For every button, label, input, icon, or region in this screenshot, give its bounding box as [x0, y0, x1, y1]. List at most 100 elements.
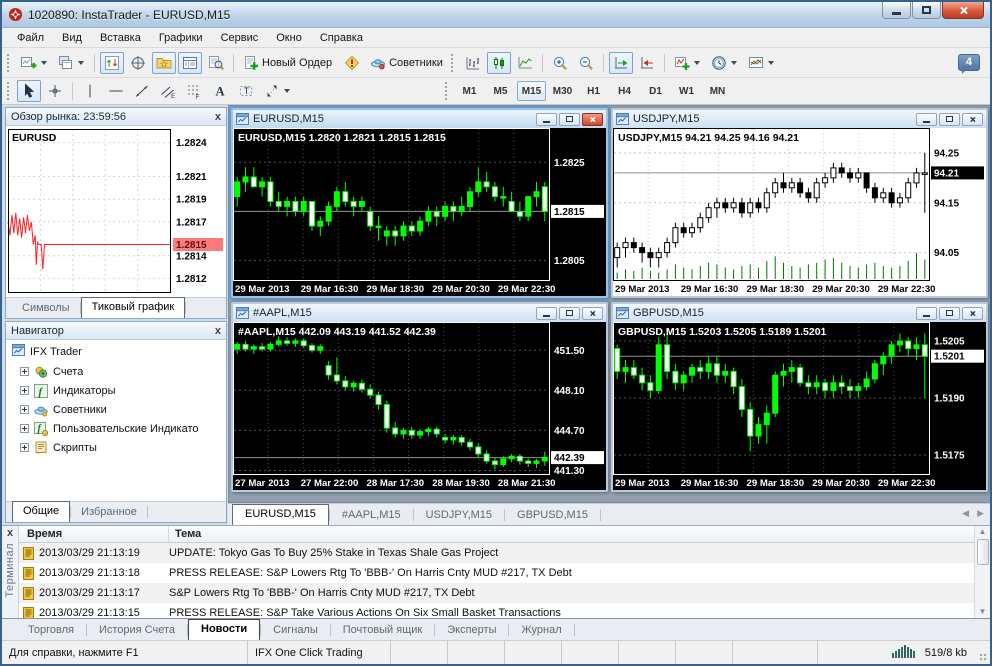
- tabs-scroll-right-icon[interactable]: ▶: [977, 508, 984, 519]
- periods-button[interactable]: [707, 52, 742, 74]
- arrows-button[interactable]: [260, 80, 295, 102]
- close-button[interactable]: [942, 2, 984, 19]
- favorites-button[interactable]: [152, 51, 176, 74]
- timeframe-w1-button[interactable]: W1: [672, 81, 701, 101]
- scrollbar-thumb[interactable]: [976, 539, 989, 565]
- terminal-tab-3[interactable]: Сигналы: [261, 621, 330, 640]
- chart-canvas-aapl[interactable]: 451.50 448.10 444.70 441.30 442.39 27 Mar 201…: [233, 322, 606, 490]
- chart-tab-1[interactable]: #AAPL,M15: [330, 506, 413, 525]
- expand-icon[interactable]: [20, 367, 29, 376]
- scroll-down-icon[interactable]: ▼: [979, 606, 987, 618]
- chart-restore-button[interactable]: [939, 306, 960, 320]
- channel-button[interactable]: E: [156, 80, 180, 102]
- toolbar-grip[interactable]: [7, 82, 12, 100]
- market-watch-button[interactable]: [178, 51, 202, 74]
- menu-item-0[interactable]: Файл: [8, 30, 53, 46]
- fibonacci-button[interactable]: F: [182, 80, 206, 102]
- label-button[interactable]: T: [234, 80, 258, 102]
- timeframe-mn-button[interactable]: MN: [703, 81, 732, 101]
- menu-item-2[interactable]: Вставка: [91, 30, 150, 46]
- chart-tab-2[interactable]: USDJPY,M15: [414, 506, 504, 525]
- text-button[interactable]: A: [208, 80, 232, 102]
- maximize-button[interactable]: [912, 2, 941, 19]
- tick-chart-button[interactable]: [100, 51, 124, 74]
- advisors-button[interactable]: Советники: [366, 52, 449, 74]
- news-row-3[interactable]: 2013/03/29 21:13:15 PRESS RELEASE: S&P Ta…: [19, 603, 974, 618]
- navigator-item-0[interactable]: Счета: [6, 362, 226, 381]
- chart-close-button[interactable]: [962, 306, 983, 320]
- scroll-up-icon[interactable]: ▲: [979, 526, 987, 538]
- profiles-button[interactable]: [54, 52, 89, 74]
- chart-restore-button[interactable]: [559, 112, 580, 126]
- chart-shift-button[interactable]: [635, 52, 659, 74]
- cursor-button[interactable]: [17, 80, 41, 102]
- tabs-scroll-left-icon[interactable]: ◀: [962, 508, 969, 519]
- terminal-tab-4[interactable]: Почтовый ящик: [331, 621, 434, 640]
- new-chart-button[interactable]: [17, 52, 52, 74]
- navigator-tab-0[interactable]: Общие: [12, 501, 71, 522]
- market-watch-tab-1[interactable]: Тиковый график: [80, 297, 186, 318]
- news-row-0[interactable]: 2013/03/29 21:13:19 UPDATE: Tokyo Gas To …: [19, 543, 974, 563]
- terminal-close-icon[interactable]: x: [7, 527, 13, 539]
- chart-minimize-button[interactable]: [916, 306, 937, 320]
- column-header-time[interactable]: Время: [19, 526, 169, 542]
- menu-item-5[interactable]: Окно: [267, 30, 311, 46]
- alert-button[interactable]: [340, 52, 364, 74]
- navigator-tab-1[interactable]: Избранное: [71, 503, 147, 522]
- dropdown-arrow-icon[interactable]: [284, 89, 290, 93]
- status-one-click-trading[interactable]: IFX One Click Trading: [248, 641, 391, 664]
- terminal-tab-5[interactable]: Эксперты: [435, 621, 508, 640]
- minimize-button[interactable]: [882, 2, 911, 19]
- chart-restore-button[interactable]: [559, 306, 580, 320]
- expand-icon[interactable]: [20, 405, 29, 414]
- dropdown-arrow-icon[interactable]: [41, 60, 47, 65]
- toolbar-grip[interactable]: [7, 53, 12, 72]
- menu-item-6[interactable]: Справка: [311, 30, 372, 46]
- terminal-tab-0[interactable]: Торговля: [16, 621, 86, 640]
- chart-close-button[interactable]: [962, 112, 983, 126]
- vline-button[interactable]: [78, 80, 102, 102]
- terminal-tab-2[interactable]: Новости: [188, 619, 261, 640]
- crosshair-button[interactable]: [126, 52, 150, 74]
- expand-icon[interactable]: [20, 424, 29, 433]
- chart-window-titlebar-gbpusd[interactable]: GBPUSD,M15: [613, 304, 986, 322]
- dropdown-arrow-icon[interactable]: [767, 60, 774, 65]
- templates-button[interactable]: [744, 52, 779, 74]
- chart-minimize-button[interactable]: [536, 112, 557, 126]
- chart-bars-button[interactable]: [461, 52, 485, 74]
- chart-window-titlebar-usdjpy[interactable]: USDJPY,M15: [613, 110, 986, 128]
- chart-line-button[interactable]: [513, 52, 537, 74]
- chart-minimize-button[interactable]: [916, 112, 937, 126]
- dropdown-arrow-icon[interactable]: [78, 60, 84, 65]
- chart-canvas-eurusd[interactable]: 1.28251.28151.28051.281529 Mar 201329 Ma…: [233, 128, 606, 296]
- market-watch-tab-0[interactable]: Символы: [12, 299, 80, 318]
- title-bar[interactable]: 1020890: InstaTrader - EURUSD,M15: [2, 2, 990, 28]
- timeframe-m1-button[interactable]: M1: [455, 81, 484, 101]
- zoom-in-button[interactable]: [548, 52, 572, 74]
- notifications-badge[interactable]: 4: [957, 54, 980, 74]
- dropdown-arrow-icon[interactable]: [693, 60, 700, 65]
- navigator-item-4[interactable]: Скрипты: [6, 438, 226, 457]
- chart-restore-button[interactable]: [939, 112, 960, 126]
- zoom-out-button[interactable]: [574, 52, 598, 74]
- market-watch-close-icon[interactable]: x: [215, 111, 221, 122]
- column-header-subject[interactable]: Тема: [169, 526, 974, 542]
- chart-close-button[interactable]: [582, 112, 603, 126]
- new-order-button[interactable]: Новый Ордер: [239, 52, 338, 74]
- data-window-button[interactable]: [204, 52, 228, 74]
- navigator-item-2[interactable]: Советники: [6, 400, 226, 419]
- news-row-2[interactable]: 2013/03/29 21:13:17 S&P Lowers Rtg To 'BB…: [19, 583, 974, 603]
- toolbar-grip[interactable]: [445, 82, 450, 100]
- timeframe-h1-button[interactable]: H1: [579, 81, 608, 101]
- chart-window-titlebar-eurusd[interactable]: EURUSD,M15: [233, 110, 606, 128]
- menu-item-4[interactable]: Сервис: [212, 30, 268, 46]
- menu-item-3[interactable]: Графики: [150, 30, 212, 46]
- timeframe-m30-button[interactable]: M30: [548, 81, 577, 101]
- terminal-tab-6[interactable]: Журнал: [509, 621, 573, 640]
- timeframe-h4-button[interactable]: H4: [610, 81, 639, 101]
- timeframe-m5-button[interactable]: M5: [486, 81, 515, 101]
- expand-icon[interactable]: [20, 386, 29, 395]
- expand-icon[interactable]: [20, 443, 29, 452]
- hline-button[interactable]: [104, 80, 128, 102]
- chart-close-button[interactable]: [582, 306, 603, 320]
